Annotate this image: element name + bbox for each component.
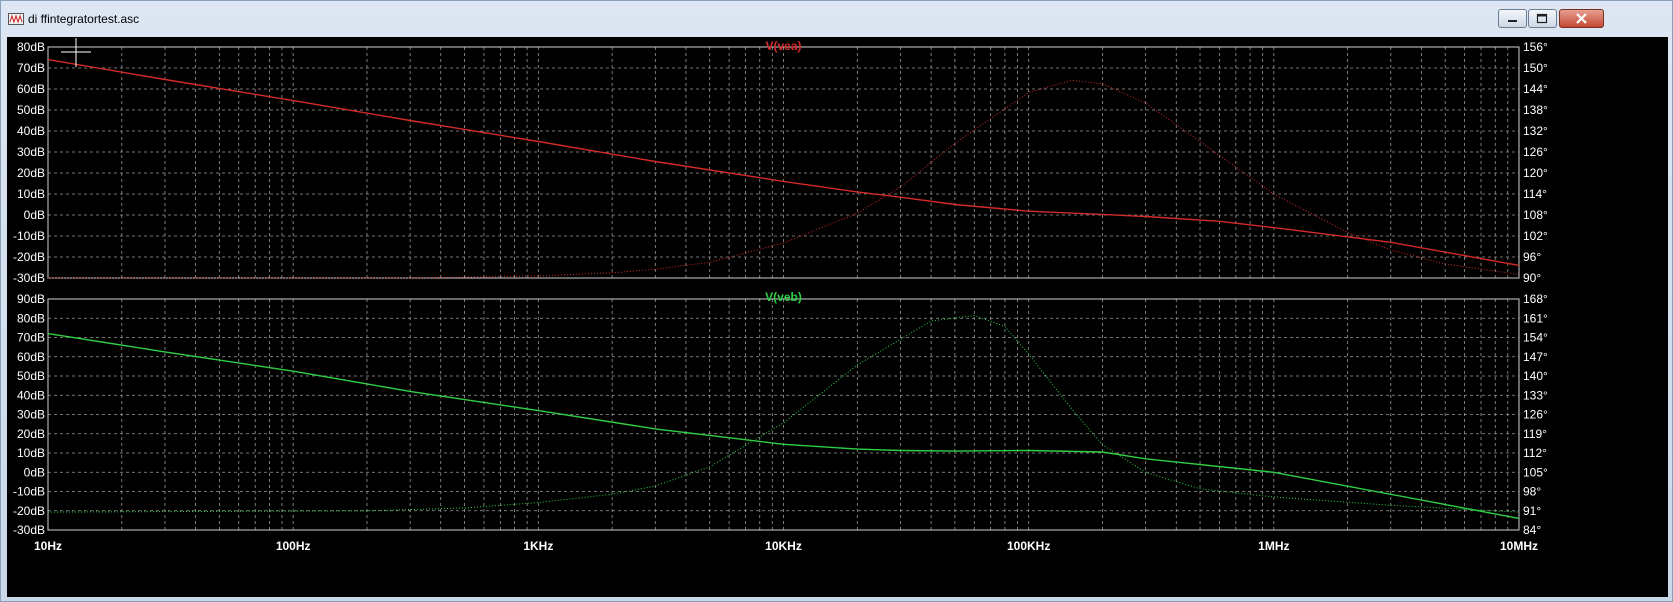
y2-tick-label: 90°	[1523, 271, 1541, 285]
x-tick-label: 1MHz	[1258, 539, 1289, 553]
y-tick-label: 0dB	[24, 208, 45, 222]
x-tick-label: 100Hz	[276, 539, 311, 553]
y2-tick-label: 138°	[1523, 103, 1548, 117]
y-tick-label: 10dB	[17, 446, 45, 460]
y2-tick-label: 91°	[1523, 504, 1541, 518]
y-tick-label: -10dB	[13, 485, 45, 499]
y2-tick-label: 105°	[1523, 465, 1548, 479]
y-tick-label: 0dB	[24, 465, 45, 479]
y2-tick-label: 154°	[1523, 331, 1548, 345]
x-tick-label: 1KHz	[523, 539, 553, 553]
y2-tick-label: 144°	[1523, 82, 1548, 96]
y2-tick-label: 140°	[1523, 369, 1548, 383]
y2-tick-label: 114°	[1523, 187, 1547, 201]
y2-tick-label: 84°	[1523, 523, 1541, 537]
y-tick-label: 60dB	[17, 82, 45, 96]
minimize-icon	[1508, 20, 1517, 22]
y2-tick-label: 147°	[1523, 350, 1548, 364]
close-icon	[1576, 13, 1587, 24]
bode-plot[interactable]: 80dB 70dB 60dB 50dB 40dB 30dB 20dB 10dB 0dB -10dB…	[7, 37, 1668, 597]
y2-tick-label: 126°	[1523, 408, 1548, 422]
y-tick-label: 40dB	[17, 388, 45, 402]
trace-title[interactable]: V(veb)	[765, 290, 802, 304]
y-tick-label: 70dB	[17, 61, 45, 75]
waveform-viewer[interactable]: 80dB 70dB 60dB 50dB 40dB 30dB 20dB 10dB 0dB -10dB…	[7, 37, 1668, 597]
y-tick-label: -10dB	[13, 229, 45, 243]
pane-2[interactable]: 90dB 80dB 70dB 60dB 50dB 40dB 30dB 20dB 10dB 0dB -…	[13, 290, 1548, 537]
schematic-icon	[8, 13, 24, 25]
y-tick-label: 40dB	[17, 124, 45, 138]
y-tick-label: 20dB	[17, 166, 45, 180]
y2-tick-label: 98°	[1523, 485, 1541, 499]
minimize-button[interactable]	[1498, 9, 1527, 28]
y2-tick-label: 119°	[1523, 427, 1547, 441]
y2-tick-label: 161°	[1523, 311, 1548, 325]
y2-tick-label: 126°	[1523, 145, 1548, 159]
y2-tick-label: 168°	[1523, 292, 1548, 306]
y-tick-label: -30dB	[13, 271, 45, 285]
y2-tick-label: 108°	[1523, 208, 1548, 222]
y-tick-label: 70dB	[17, 331, 45, 345]
y-tick-label: 60dB	[17, 350, 45, 364]
y-tick-label: 50dB	[17, 369, 45, 383]
x-tick-label: 10KHz	[765, 539, 802, 553]
y2-tick-label: 150°	[1523, 61, 1548, 75]
y-tick-label: -30dB	[13, 523, 45, 537]
y2-tick-label: 132°	[1523, 124, 1548, 138]
trace-title[interactable]: V(vea)	[765, 39, 801, 53]
pane-1[interactable]: 80dB 70dB 60dB 50dB 40dB 30dB 20dB 10dB 0dB -10dB…	[13, 39, 1548, 285]
y-tick-label: 30dB	[17, 408, 45, 422]
app-window: di ffintegratortest.asc 80dB 70dB 60dB 50dB…	[0, 0, 1673, 602]
y-tick-label: 80dB	[17, 311, 45, 325]
y-tick-label: 50dB	[17, 103, 45, 117]
title-bar[interactable]: di ffintegratortest.asc	[1, 1, 1672, 37]
x-tick-label: 100KHz	[1007, 539, 1050, 553]
y-tick-label: 30dB	[17, 145, 45, 159]
y2-tick-label: 133°	[1523, 388, 1548, 402]
close-button[interactable]	[1559, 9, 1604, 28]
y-tick-label: 10dB	[17, 187, 45, 201]
y-tick-label: 90dB	[17, 292, 45, 306]
y2-tick-label: 102°	[1523, 229, 1548, 243]
y2-tick-label: 156°	[1523, 40, 1548, 54]
y2-tick-label: 120°	[1523, 166, 1548, 180]
x-tick-label: 10MHz	[1500, 539, 1538, 553]
y-tick-label: 80dB	[17, 40, 45, 54]
restore-icon	[1536, 13, 1548, 24]
y2-tick-label: 112°	[1523, 446, 1547, 460]
y-tick-label: 20dB	[17, 427, 45, 441]
y-tick-label: -20dB	[13, 504, 45, 518]
y2-tick-label: 96°	[1523, 250, 1541, 264]
y-tick-label: -20dB	[13, 250, 45, 264]
maximize-button[interactable]	[1528, 9, 1557, 28]
x-tick-label: 10Hz	[34, 539, 62, 553]
window-title: di ffintegratortest.asc	[28, 12, 140, 26]
